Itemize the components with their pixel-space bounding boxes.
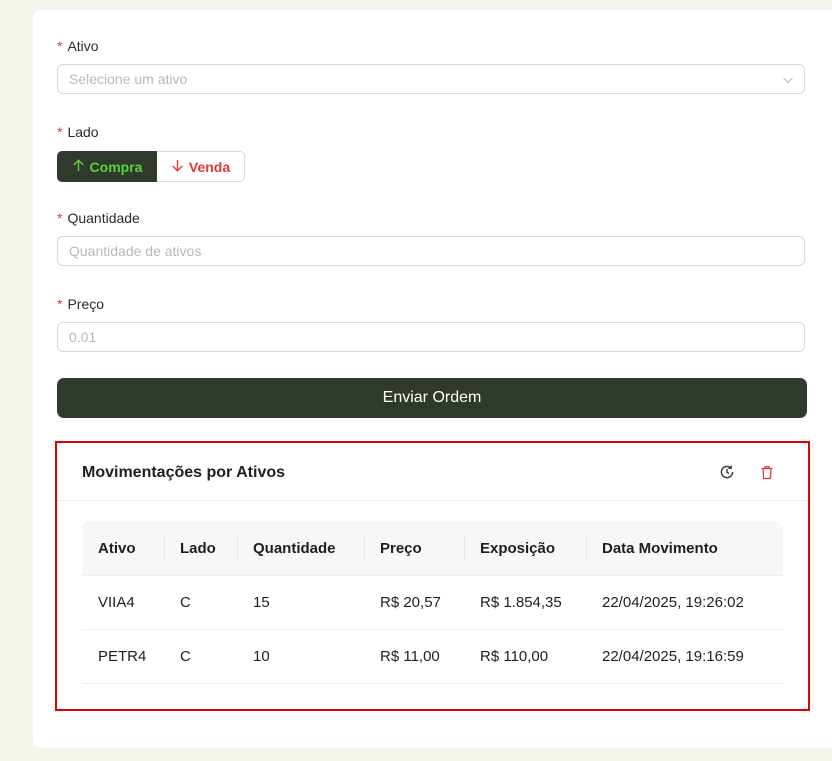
cell-preco: R$ 20,57 [364,575,464,630]
side-label-text: Lado [67,124,99,140]
column-header-exposicao: Exposição [464,521,586,576]
quantity-label: * Quantidade [57,210,140,226]
table-header-row: Ativo Lado Quantidade Preço Exposição Da… [82,521,783,576]
movements-title: Movimentações por Ativos [82,464,286,481]
history-icon[interactable] [717,462,737,482]
required-mark: * [57,296,63,312]
chevron-down-icon [782,73,794,89]
table-row: PETR4 C 10 R$ 11,00 R$ 110,00 22/04/2025… [82,629,783,684]
movements-header: Movimentações por Ativos [57,443,808,501]
arrow-up-icon [72,158,85,175]
cell-exposicao: R$ 110,00 [464,629,586,684]
cell-lado: C [164,575,237,630]
cell-data-movimento: 22/04/2025, 19:16:59 [586,629,783,684]
sell-label: Venda [188,158,231,175]
column-header-quantidade: Quantidade [237,521,364,576]
price-input[interactable]: 0.01 [57,322,805,352]
quantity-placeholder: Quantidade de ativos [69,243,202,259]
price-placeholder: 0.01 [69,329,97,345]
buy-label: Compra [89,158,143,175]
submit-order-button[interactable]: Enviar Ordem [57,378,807,418]
quantity-input[interactable]: Quantidade de ativos [57,236,805,266]
side-label: * Lado [57,124,99,140]
required-mark: * [57,38,63,54]
cell-quantidade: 10 [237,629,364,684]
cell-preco: R$ 11,00 [364,629,464,684]
asset-label-text: Ativo [67,38,99,54]
cell-lado: C [164,629,237,684]
asset-select[interactable]: Selecione um ativo [57,64,805,94]
table-row: VIIA4 C 15 R$ 20,57 R$ 1.854,35 22/04/20… [82,575,783,630]
required-mark: * [57,210,63,226]
cell-ativo: VIIA4 [82,575,164,630]
arrow-down-icon [171,159,184,175]
column-header-data-movimento: Data Movimento [586,521,783,576]
required-mark: * [57,124,63,140]
column-header-ativo: Ativo [82,521,164,576]
movements-panel: Movimentações por Ativos Ativo Lado Quan… [55,441,810,711]
price-label-text: Preço [67,296,105,312]
side-toggle: Compra Venda [57,151,245,182]
quantity-label-text: Quantidade [67,210,140,226]
cell-data-movimento: 22/04/2025, 19:26:02 [586,575,783,630]
trash-icon[interactable] [757,462,777,482]
buy-button[interactable]: Compra [57,151,157,182]
cell-exposicao: R$ 1.854,35 [464,575,586,630]
asset-label: * Ativo [57,38,99,54]
sell-button[interactable]: Venda [157,151,245,182]
column-header-preco: Preço [364,521,464,576]
movements-table: Ativo Lado Quantidade Preço Exposição Da… [82,521,783,684]
cell-ativo: PETR4 [82,629,164,684]
cell-quantidade: 15 [237,575,364,630]
price-label: * Preço [57,296,104,312]
asset-select-placeholder: Selecione um ativo [69,71,188,87]
column-header-lado: Lado [164,521,237,576]
